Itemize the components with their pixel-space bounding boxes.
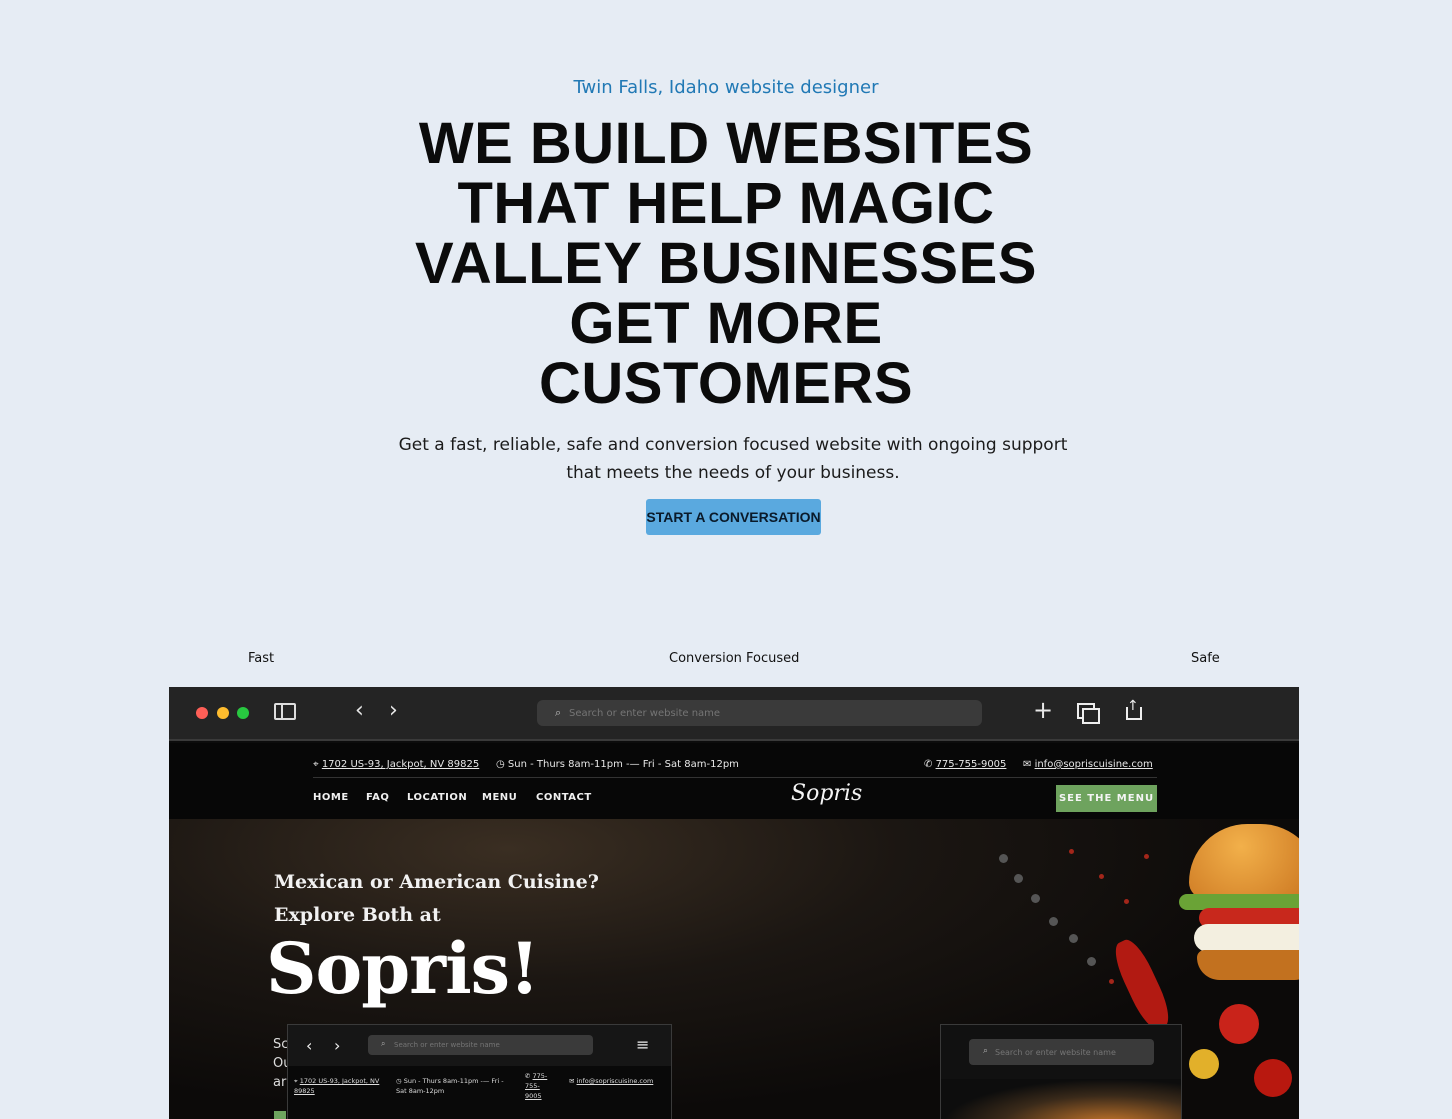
browser-mockup: ‹ › ⌕ + ⌖ 1702 US-93, Jackpot, NV 89825 … (169, 687, 1299, 1119)
forward-icon[interactable]: › (334, 1036, 340, 1055)
tablet-hours-text: Sun - Thurs 8am-11pm -— Fri - Sat 8am-12… (396, 1077, 504, 1095)
bean-dot (999, 854, 1008, 863)
site-hours-text: Sun - Thurs 8am-11pm -— Fri - Sat 8am-12… (507, 759, 739, 770)
tablet-email-text: info@sopriscuisine.com (576, 1077, 654, 1085)
back-icon[interactable]: ‹ (306, 1036, 312, 1055)
nav-menu[interactable]: MENU (482, 792, 517, 803)
hero-line-1: Mexican or American Cuisine? (274, 871, 599, 893)
tabs-icon[interactable] (1077, 703, 1100, 724)
search-icon: ⌕ (381, 1039, 386, 1048)
site-header: ⌖ 1702 US-93, Jackpot, NV 89825 ◷ Sun - … (169, 743, 1299, 819)
maximize-window-dot[interactable] (237, 707, 249, 719)
page-headline: WE BUILD WEBSITES THAT HELP MAGIC VALLEY… (415, 111, 1037, 416)
share-icon[interactable] (1126, 696, 1142, 721)
phone-url-input[interactable] (969, 1039, 1154, 1065)
nav-location[interactable]: LOCATION (407, 792, 467, 803)
chili-pepper-image (1108, 935, 1176, 1034)
feature-fast: Fast (248, 651, 275, 666)
search-icon: ⌕ (983, 1046, 989, 1056)
nav-contact[interactable]: CONTACT (536, 792, 592, 803)
search-icon: ⌕ (555, 706, 562, 719)
minimize-window-dot[interactable] (217, 707, 229, 719)
back-icon[interactable]: ‹ (355, 700, 364, 722)
browser-toolbar: ‹ › ⌕ + (169, 687, 1299, 741)
burger-bun-bottom (1197, 950, 1299, 980)
tablet-address-text: 1702 US-93, Jackpot, NV 89825 (294, 1077, 380, 1095)
tablet-address[interactable]: ⌖ 1702 US-93, Jackpot, NV 89825 (294, 1076, 384, 1096)
spice-dot (1124, 899, 1129, 904)
feature-conversion-focused: Conversion Focused (669, 651, 800, 666)
bean-dot (1014, 874, 1023, 883)
spice-dot (1144, 854, 1149, 859)
tablet-hours: ◷ Sun - Thurs 8am-11pm -— Fri - Sat 8am-… (396, 1077, 504, 1095)
tablet-url-input[interactable] (368, 1035, 593, 1055)
site-phone-text: 775-755-9005 (935, 759, 1007, 770)
burger-cheese (1194, 924, 1299, 952)
see-the-menu-button[interactable]: SEE THE MENU (1056, 785, 1157, 812)
site-hero-image: Mexican or American Cuisine? Explore Bot… (169, 819, 1299, 1119)
header-divider (313, 777, 1157, 778)
plus-icon[interactable]: + (1033, 698, 1053, 722)
bean-dot (1049, 917, 1058, 926)
feature-safe: Safe (1191, 651, 1220, 666)
hero-line-2: Explore Both at (274, 904, 441, 926)
burger-image (1179, 824, 1299, 999)
spice-dot (1099, 874, 1104, 879)
start-conversation-button[interactable]: START A CONVERSATION (646, 499, 821, 535)
tablet-email[interactable]: ✉ info@sopriscuisine.com (569, 1076, 669, 1086)
hamburger-menu-icon[interactable]: ≡ (636, 1035, 649, 1054)
eyebrow-text: Twin Falls, Idaho website designer (573, 77, 879, 98)
sidebar-icon[interactable] (274, 703, 296, 720)
bean-dot (1087, 957, 1096, 966)
browser-url-input[interactable] (537, 700, 982, 726)
phone-burger-image (941, 1079, 1181, 1119)
hero-button-fragment (274, 1111, 286, 1119)
phone-mockup: ⌕ (940, 1024, 1182, 1119)
nav-faq[interactable]: FAQ (366, 792, 389, 803)
bean-dot (1069, 934, 1078, 943)
site-email-text: info@sopriscuisine.com (1034, 759, 1153, 770)
tablet-phone[interactable]: ✆ 775-755-9005 (525, 1071, 555, 1101)
site-hours: ◷ Sun - Thurs 8am-11pm -— Fri - Sat 8am-… (496, 759, 739, 770)
site-address-link[interactable]: ⌖ 1702 US-93, Jackpot, NV 89825 (313, 759, 479, 770)
hero-text-fragment: ar (273, 1075, 287, 1090)
spice-dot (1109, 979, 1114, 984)
tomato-image (1254, 1059, 1292, 1097)
bean-dot (1031, 894, 1040, 903)
tablet-mockup: ‹ › ⌕ ≡ ⌖ 1702 US-93, Jackpot, NV 89825 … (287, 1024, 672, 1119)
forward-icon[interactable]: › (389, 700, 398, 722)
tablet-site-header: ⌖ 1702 US-93, Jackpot, NV 89825 ◷ Sun - … (288, 1066, 671, 1119)
site-email-link[interactable]: ✉ info@sopriscuisine.com (1023, 759, 1153, 770)
tomato-image (1219, 1004, 1259, 1044)
hero-subcopy: Get a fast, reliable, safe and conversio… (398, 435, 1068, 483)
burger-bun-top (1189, 824, 1299, 899)
close-window-dot[interactable] (196, 707, 208, 719)
pepper-image (1189, 1049, 1219, 1079)
site-address-text: 1702 US-93, Jackpot, NV 89825 (321, 759, 480, 770)
spice-dot (1069, 849, 1074, 854)
hero-brand-title: Sopris! (266, 927, 540, 1010)
nav-home[interactable]: HOME (313, 792, 349, 803)
tablet-phone-text: 775-755-9005 (525, 1072, 548, 1100)
site-phone-link[interactable]: ✆ 775-755-9005 (924, 759, 1006, 770)
site-logo[interactable]: Sopris (791, 781, 862, 806)
